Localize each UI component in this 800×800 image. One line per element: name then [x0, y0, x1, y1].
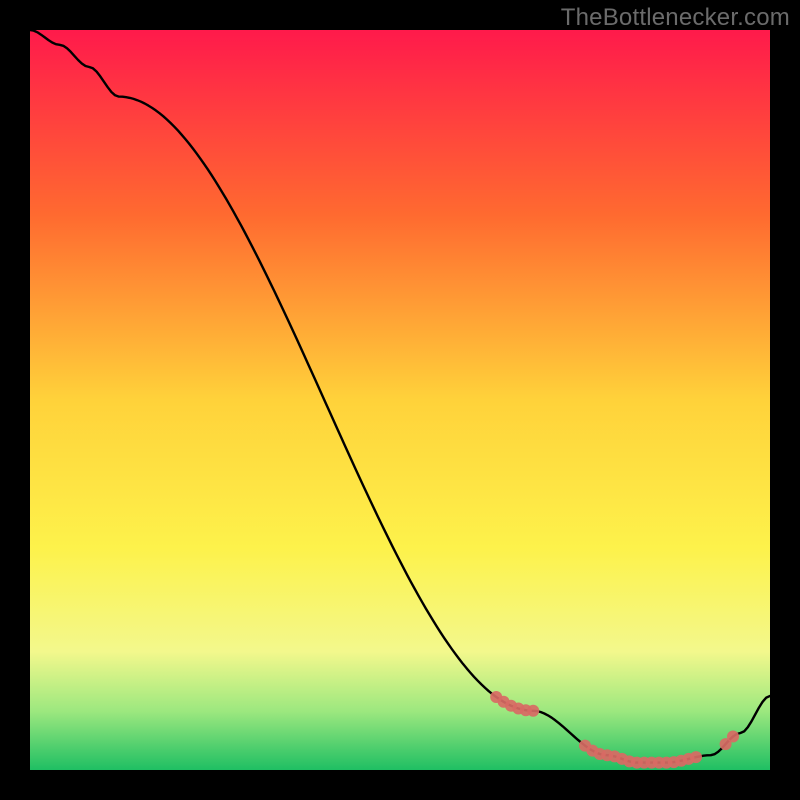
data-marker: [727, 731, 739, 743]
chart-svg: [30, 30, 770, 770]
gradient-bg: [30, 30, 770, 770]
data-marker: [527, 705, 539, 717]
chart-frame: TheBottlenecker.com: [0, 0, 800, 800]
data-marker: [690, 751, 702, 763]
bottleneck-chart: [30, 30, 770, 770]
attribution-label: TheBottlenecker.com: [561, 4, 790, 32]
